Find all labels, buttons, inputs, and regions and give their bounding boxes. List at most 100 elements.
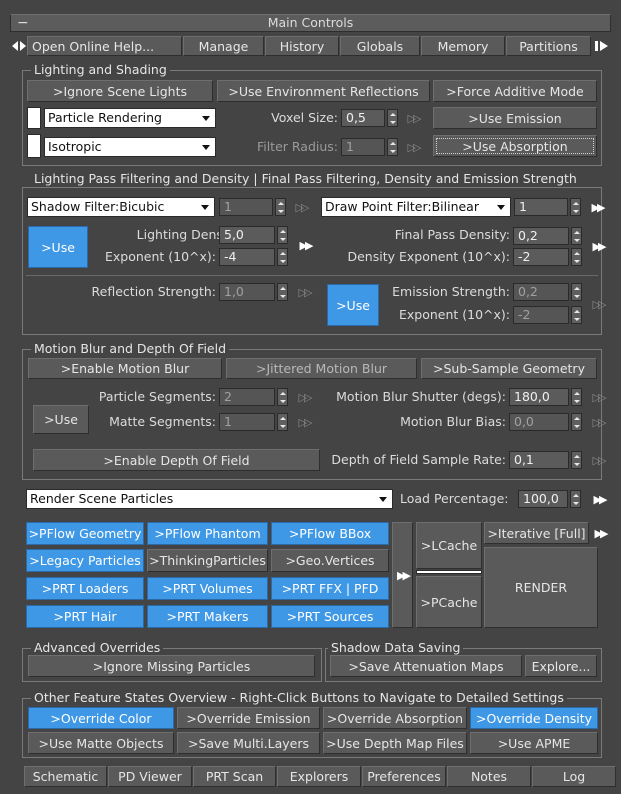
filter-radius-field[interactable]: 1 [341, 138, 385, 156]
render-scene-particles-dropdown[interactable]: Render Scene Particles [26, 489, 393, 509]
shutter-fast-forward-icon[interactable]: ▷▷ [589, 388, 607, 406]
shadow-filter-fast-forward-icon[interactable]: ▷▷ [292, 198, 310, 216]
matte-segments-field[interactable]: 1 [219, 413, 275, 431]
emission-exponent-field[interactable]: -2 [513, 306, 569, 324]
ignore-missing-particles-button[interactable]: >Ignore Missing Particles [28, 655, 315, 677]
voxel-size-field[interactable]: 0,5 [341, 109, 385, 127]
voxel-size-fast-forward-icon[interactable]: ▷▷ [404, 109, 422, 127]
density-exponent-spinner[interactable] [571, 248, 582, 266]
motion-blur-shutter-field[interactable]: 180,0 [509, 388, 569, 406]
enable-motion-blur-button[interactable]: >Enable Motion Blur [28, 358, 222, 379]
final-pass-density-field[interactable]: 0,2 [513, 227, 569, 245]
memory-button[interactable]: Memory [421, 36, 505, 56]
filter-radius-fast-forward-icon[interactable]: ▷▷ [404, 138, 422, 156]
bias-fast-forward-icon[interactable]: ▷▷ [589, 413, 607, 431]
save-multi-layers-button[interactable]: >Save Multi.Layers [177, 732, 320, 754]
dof-sample-rate-field[interactable]: 0,1 [509, 451, 569, 469]
matte-segments-fast-forward-icon[interactable]: ▷▷ [295, 413, 313, 431]
particle-segments-fast-forward-icon[interactable]: ▷▷ [295, 388, 313, 406]
matte-segments-spinner[interactable] [277, 413, 288, 431]
source-pflow-geometry[interactable]: >PFlow Geometry [26, 522, 144, 545]
arrows-left-right-icon[interactable] [11, 38, 27, 54]
arrow-right-bar-icon[interactable] [594, 38, 610, 54]
tab-notes[interactable]: Notes [447, 766, 531, 787]
force-additive-mode-button[interactable]: >Force Additive Mode [433, 80, 597, 102]
source-prt-ffx-pfd[interactable]: >PRT FFX | PFD [271, 577, 389, 600]
source-pflow-phantom[interactable]: >PFlow Phantom [147, 522, 268, 545]
tab-explorers[interactable]: Explorers [277, 766, 361, 787]
save-attenuation-maps-button[interactable]: >Save Attenuation Maps [330, 655, 522, 677]
emission-exponent-spinner[interactable] [571, 306, 582, 324]
particle-segments-spinner[interactable] [277, 388, 288, 406]
use-motion-blur-button[interactable]: >Use [33, 405, 89, 434]
use-depth-map-files-button[interactable]: >Use Depth Map Files [323, 732, 467, 754]
render-mode-color-swatch[interactable] [27, 107, 41, 129]
motion-blur-bias-spinner[interactable] [571, 413, 582, 431]
apply-sources-button[interactable]: ▶▶ [392, 522, 413, 628]
source-geo-vertices[interactable]: >Geo.Vertices [271, 549, 389, 572]
sub-sample-geometry-button[interactable]: >Sub-Sample Geometry [421, 358, 597, 379]
source-prt-loaders[interactable]: >PRT Loaders [26, 577, 144, 600]
load-percentage-spinner[interactable] [570, 490, 581, 508]
use-density-button[interactable]: >Use [28, 226, 88, 268]
filter-radius-spinner[interactable] [387, 138, 398, 156]
density-exponent-field[interactable]: -2 [513, 248, 569, 266]
motion-blur-shutter-spinner[interactable] [571, 388, 582, 406]
source-prt-makers[interactable]: >PRT Makers [147, 605, 268, 628]
exponent-spinner[interactable] [277, 248, 288, 266]
draw-point-fast-forward-icon[interactable]: ▶▶ [588, 198, 606, 216]
shadow-filter-value-field[interactable]: 1 [219, 198, 273, 216]
enable-depth-of-field-button[interactable]: >Enable Depth Of Field [33, 449, 320, 471]
use-emission-button[interactable]: >Use Emission [433, 107, 597, 129]
shadow-filter-spinner[interactable] [275, 198, 286, 216]
source-pflow-bbox[interactable]: >PFlow BBox [271, 522, 389, 545]
source-thinking-particles[interactable]: >ThinkingParticles [147, 549, 268, 572]
lcache-button[interactable]: >LCache [416, 522, 482, 569]
source-prt-hair[interactable]: >PRT Hair [26, 605, 144, 628]
source-prt-sources[interactable]: >PRT Sources [271, 605, 389, 628]
lighting-density-field[interactable]: 5,0 [219, 226, 275, 244]
draw-point-spinner[interactable] [570, 198, 581, 216]
draw-point-value-field[interactable]: 1 [514, 198, 568, 216]
partitions-button[interactable]: Partitions [506, 36, 591, 56]
dof-fast-forward-icon[interactable]: ▷▷ [589, 451, 607, 469]
reflection-strength-spinner[interactable] [277, 283, 288, 301]
pcache-button[interactable]: >PCache [416, 576, 482, 628]
particle-segments-field[interactable]: 2 [219, 388, 275, 406]
load-percentage-field[interactable]: 100,0 [518, 490, 568, 508]
tab-prt-scan[interactable]: PRT Scan [193, 766, 276, 787]
tab-schematic[interactable]: Schematic [24, 766, 107, 787]
reflection-fast-forward-icon[interactable]: ▷▷ [295, 283, 313, 301]
tab-pd-viewer[interactable]: PD Viewer [108, 766, 192, 787]
history-button[interactable]: History [265, 36, 339, 56]
voxel-size-spinner[interactable] [387, 109, 398, 127]
phase-function-dropdown[interactable]: Isotropic [44, 137, 216, 157]
shadow-filter-dropdown[interactable]: Shadow Filter:Bicubic [27, 197, 215, 217]
final-pass-density-spinner[interactable] [571, 227, 582, 245]
emission-strength-spinner[interactable] [571, 283, 582, 301]
load-percentage-fast-forward-icon[interactable]: ▶▶ [590, 490, 608, 508]
explore-button[interactable]: Explore... [525, 655, 597, 677]
emission-strength-field[interactable]: 0,2 [513, 283, 569, 301]
use-environment-reflections-button[interactable]: >Use Environment Reflections [217, 80, 430, 102]
globals-button[interactable]: Globals [340, 36, 420, 56]
override-absorption-button[interactable]: >Override Absorption [323, 707, 467, 729]
ignore-scene-lights-button[interactable]: >Ignore Scene Lights [27, 80, 213, 102]
use-emission-strength-button[interactable]: >Use [327, 284, 379, 326]
source-legacy-particles[interactable]: >Legacy Particles [26, 549, 144, 572]
use-absorption-button[interactable]: >Use Absorption [433, 135, 597, 157]
motion-blur-bias-field[interactable]: 0,0 [509, 413, 569, 431]
exponent-field[interactable]: -4 [219, 248, 275, 266]
phase-color-swatch[interactable] [27, 134, 41, 158]
reflection-strength-field[interactable]: 1,0 [219, 283, 275, 301]
lighting-density-fast-forward-icon[interactable]: ▶▶ [296, 236, 314, 254]
draw-point-filter-dropdown[interactable]: Draw Point Filter:Bilinear [321, 197, 511, 217]
override-density-button[interactable]: >Override Density [470, 707, 598, 729]
iterative-fast-forward-icon[interactable]: ▶▶ [591, 524, 609, 542]
jittered-motion-blur-button[interactable]: >Jittered Motion Blur [226, 358, 417, 379]
use-apme-button[interactable]: >Use APME [470, 732, 598, 754]
rollout-title-bar[interactable]: − Main Controls [10, 14, 611, 32]
use-matte-objects-button[interactable]: >Use Matte Objects [28, 732, 174, 754]
open-online-help-button[interactable]: Open Online Help... [27, 36, 182, 56]
source-prt-volumes[interactable]: >PRT Volumes [147, 577, 268, 600]
